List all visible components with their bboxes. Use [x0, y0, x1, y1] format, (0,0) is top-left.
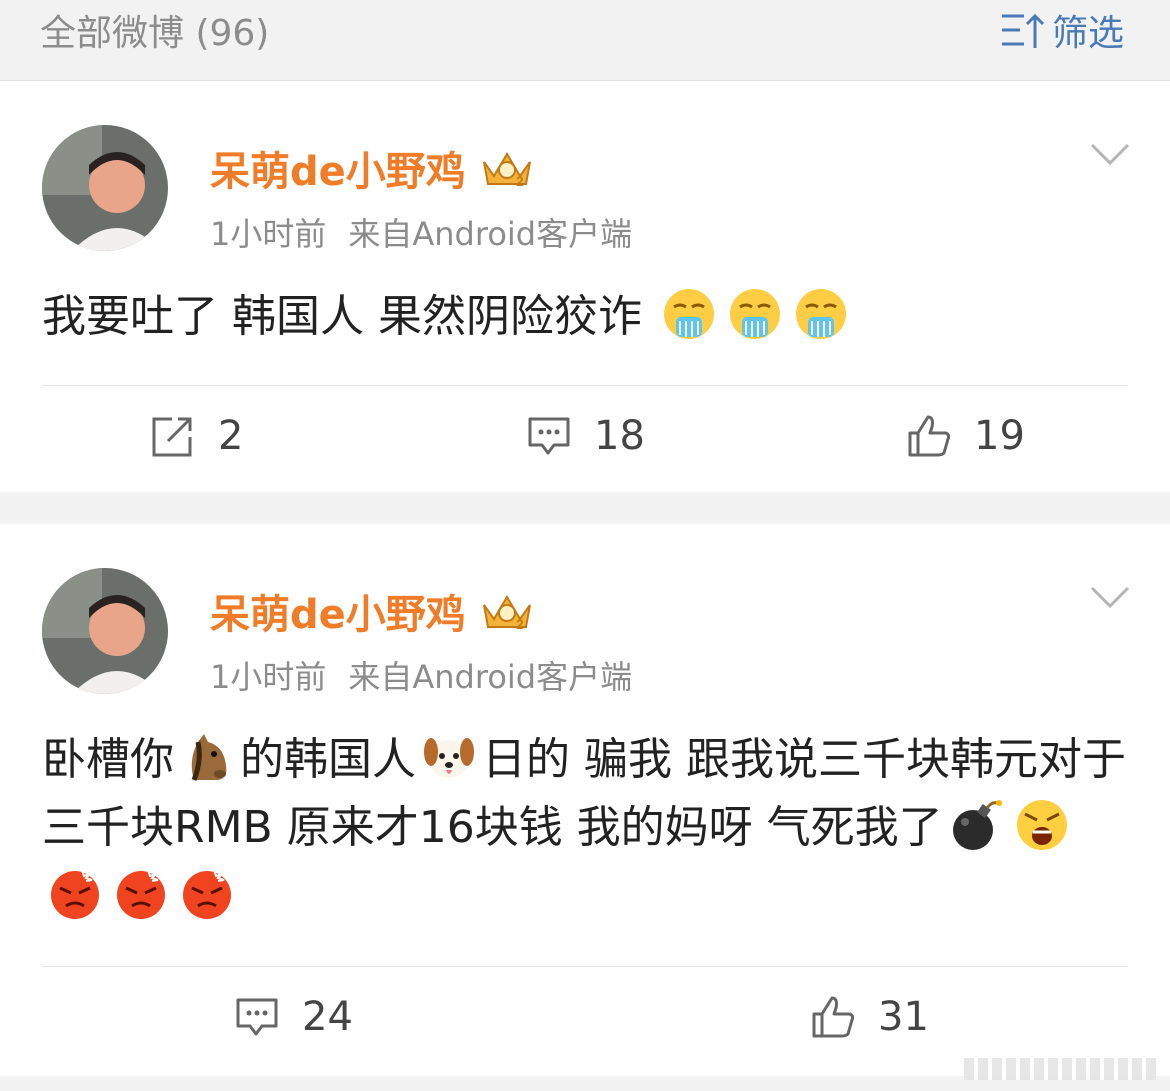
- post-text-part: 卧槽你: [42, 734, 174, 785]
- svg-text:2: 2: [516, 173, 524, 189]
- avatar-photo: [42, 125, 168, 251]
- vomit-face-icon: [795, 289, 846, 339]
- avatar-photo: [42, 568, 168, 694]
- comment-button[interactable]: 24: [234, 994, 353, 1040]
- vomit-face-icon: [729, 289, 780, 339]
- post-text: 我要吐了 韩国人 果然阴险狡诈: [42, 291, 642, 342]
- angry-face-icon: [51, 869, 99, 919]
- comment-count: 24: [302, 994, 353, 1040]
- username-link[interactable]: 呆萌de小野鸡 2: [210, 139, 534, 197]
- post-source: 来自Android客户端: [348, 658, 633, 696]
- post-text-block: 卧槽你 的韩国人 日的 骗我 跟我说三千块韩元对于三千块RMB 原来才16块钱 …: [42, 726, 1132, 930]
- vip-crown-icon: 2: [482, 595, 531, 632]
- comment-icon: [236, 998, 278, 1036]
- thumbs-up-icon: [908, 415, 951, 457]
- filter-icon: [1001, 13, 1045, 48]
- like-count: 31: [878, 994, 929, 1040]
- feed-header: 全部微博 (96) 筛选: [0, 0, 1170, 80]
- chevron-down-icon[interactable]: [1090, 143, 1130, 167]
- post-meta: 1小时前 来自Android客户端: [210, 652, 632, 698]
- post-meta: 1小时前 来自Android客户端: [210, 209, 632, 255]
- dog-face-icon: [424, 738, 474, 778]
- username-link[interactable]: 呆萌de小野鸡 2: [210, 582, 534, 640]
- comment-icon: [528, 417, 570, 455]
- post-text-part: 的韩国人: [240, 734, 416, 785]
- filter-button[interactable]: 筛选: [1000, 4, 1124, 56]
- post-text-block: 我要吐了 韩国人 果然阴险狡诈: [42, 283, 1132, 351]
- like-button[interactable]: 19: [906, 413, 1025, 459]
- filter-label: 筛选: [1051, 13, 1124, 54]
- repost-count: 2: [218, 413, 244, 459]
- repost-icon: [152, 417, 192, 457]
- post-card: 呆萌de小野鸡 2 1小时前 来自Android客户端 卧槽你 的韩国人 日的 骗…: [0, 524, 1170, 1076]
- shouting-face-icon: [1016, 800, 1067, 850]
- divider: [42, 385, 1128, 386]
- like-button[interactable]: 31: [810, 994, 929, 1040]
- post-time: 1小时前: [210, 215, 327, 253]
- vomit-face-icon: [663, 289, 714, 339]
- watermark-bar: [964, 1058, 1156, 1080]
- post-source: 来自Android客户端: [348, 215, 633, 253]
- vip-crown-icon: 2: [482, 152, 531, 189]
- angry-face-icon: [117, 869, 165, 919]
- avatar[interactable]: [42, 568, 168, 694]
- post-time: 1小时前: [210, 658, 327, 696]
- username: 呆萌de小野鸡: [210, 592, 466, 638]
- repost-button[interactable]: 2: [150, 413, 243, 459]
- horse-face-icon: [191, 734, 227, 781]
- chevron-down-icon[interactable]: [1090, 586, 1130, 610]
- thumbs-up-icon: [812, 996, 855, 1038]
- divider: [42, 966, 1128, 967]
- post-card: 呆萌de小野鸡 2 1小时前 来自Android客户端 我要吐了 韩国人 果然阴险…: [0, 80, 1170, 492]
- angry-face-icon: [183, 869, 231, 919]
- bomb-icon: [952, 800, 1002, 850]
- comment-button[interactable]: 18: [526, 413, 645, 459]
- feed-title: 全部微博 (96): [40, 13, 270, 54]
- like-count: 19: [974, 413, 1025, 459]
- comment-count: 18: [594, 413, 645, 459]
- svg-text:2: 2: [516, 616, 524, 632]
- avatar[interactable]: [42, 125, 168, 251]
- username: 呆萌de小野鸡: [210, 149, 466, 195]
